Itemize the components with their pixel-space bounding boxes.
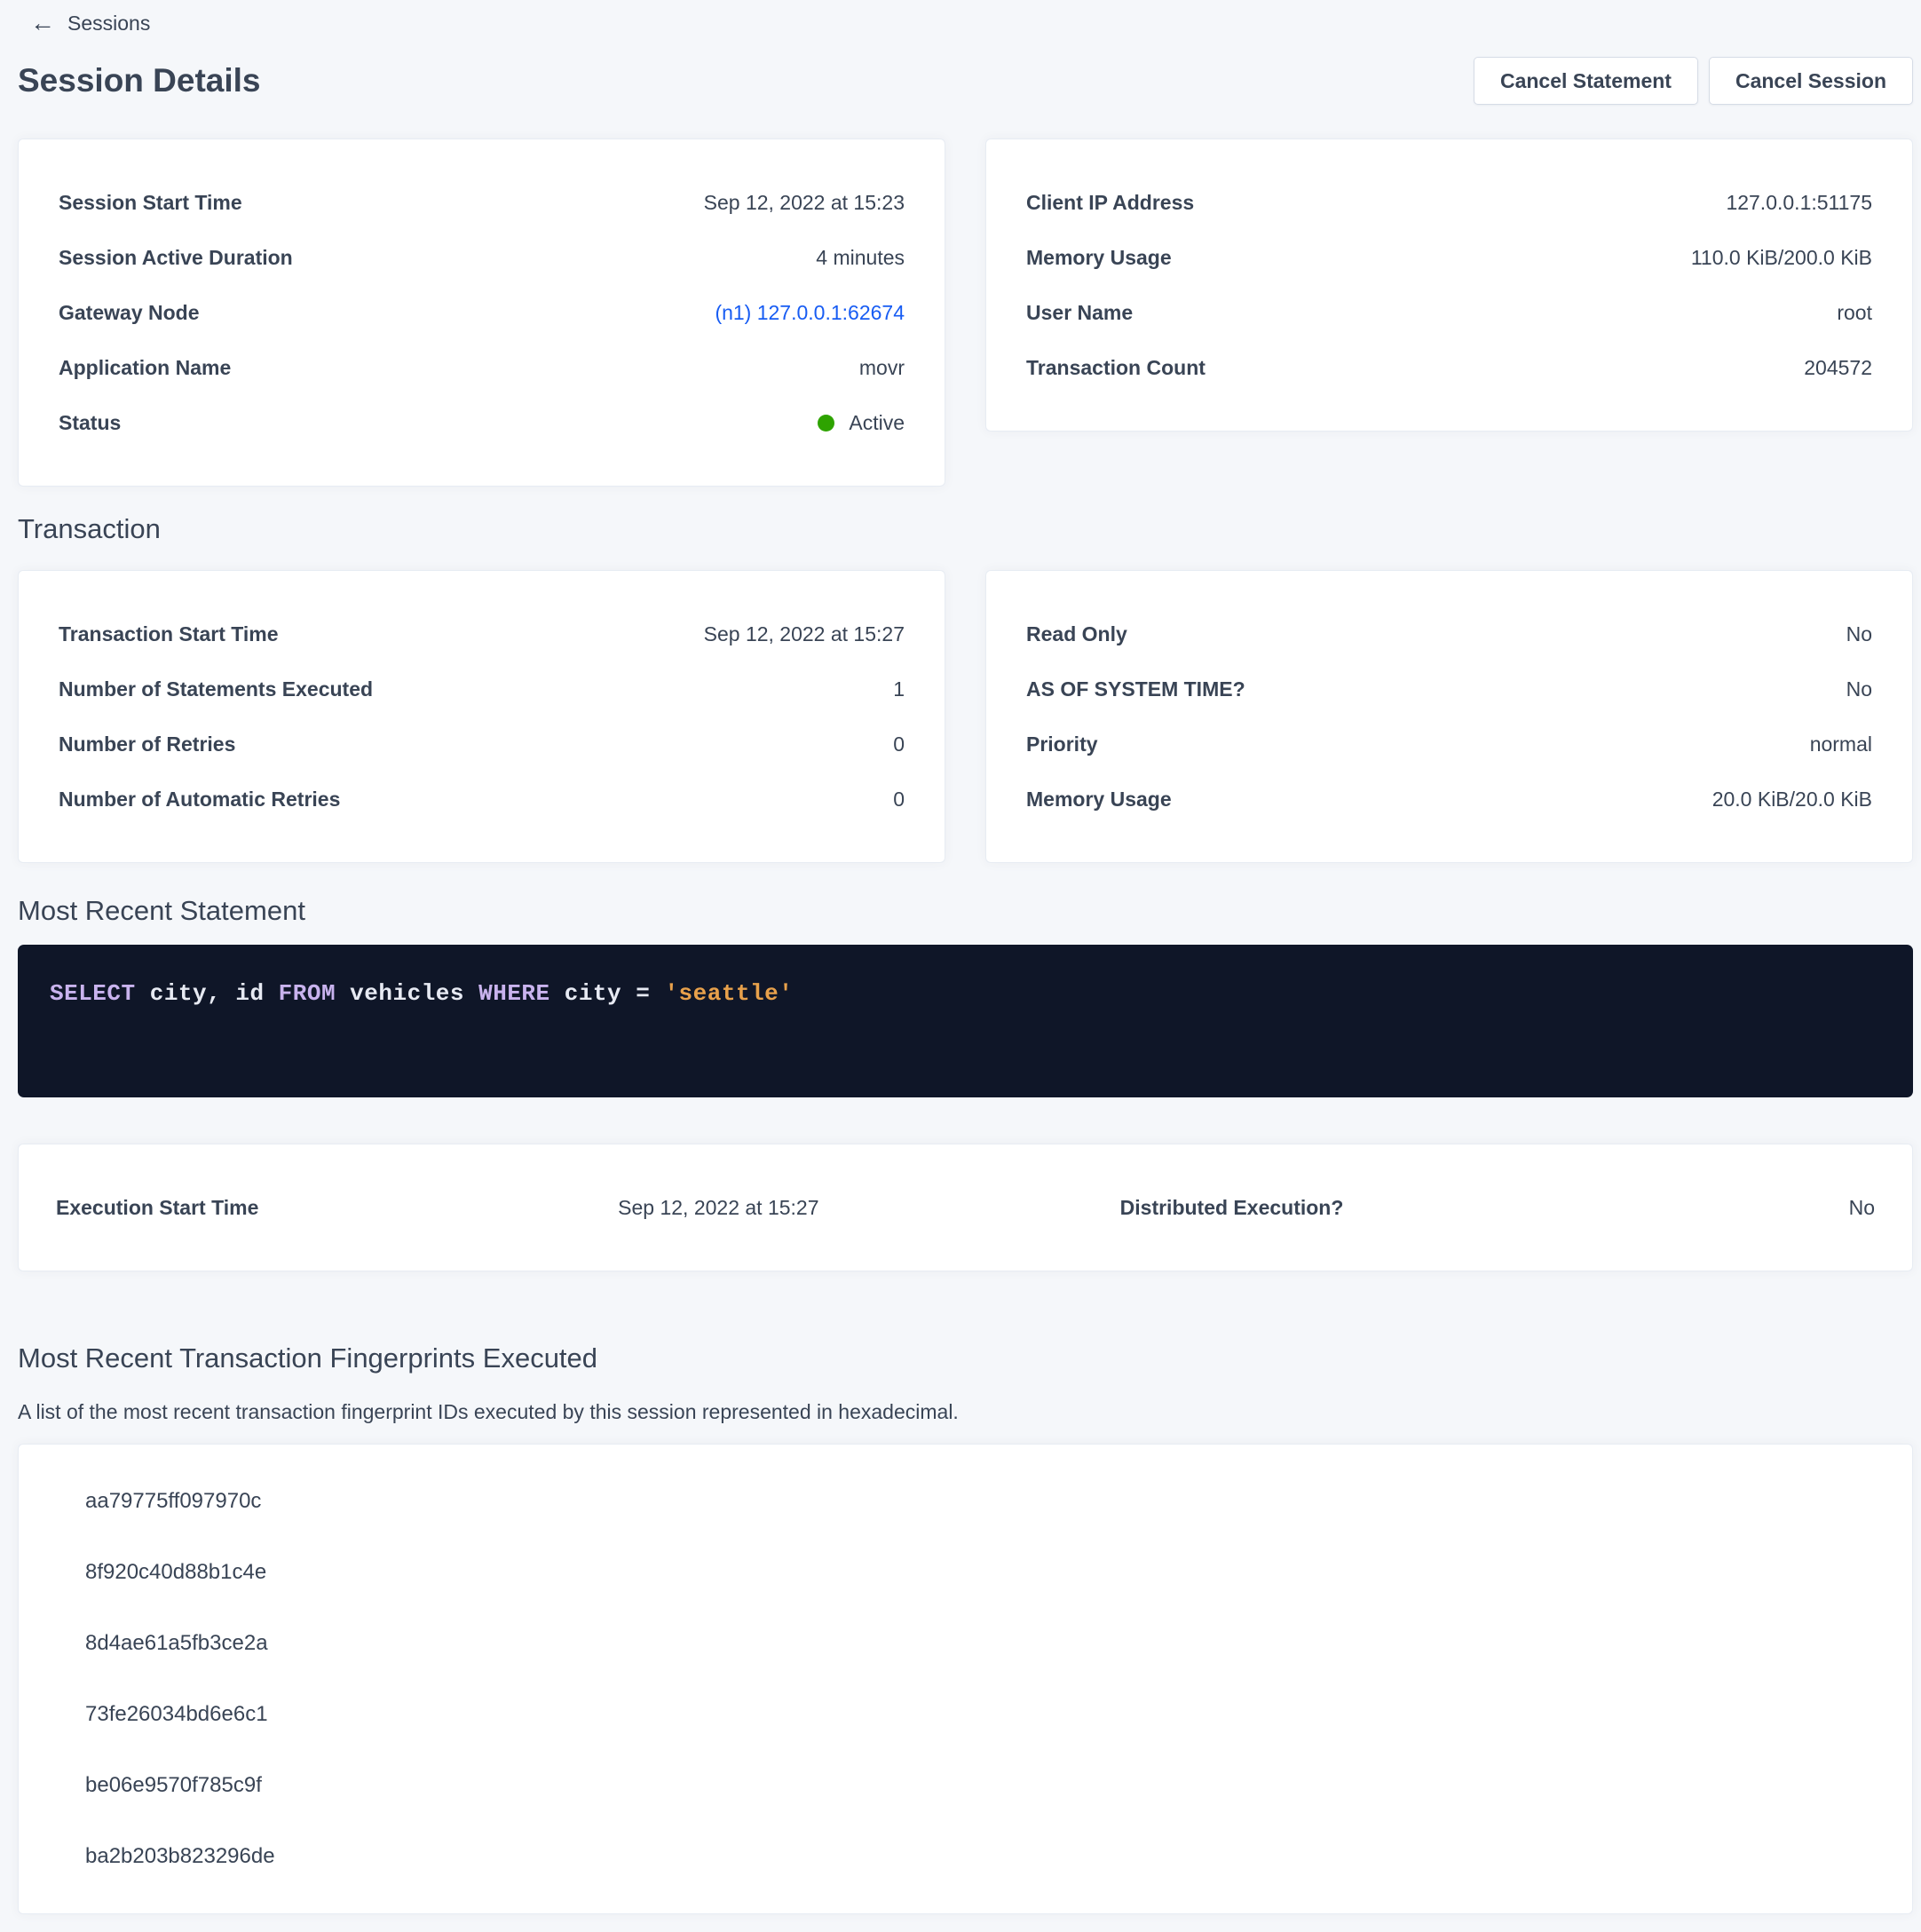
status-text: Active: [849, 411, 905, 435]
as-of-system-time-row: AS OF SYSTEM TIME? No: [1026, 661, 1872, 717]
status-active-dot-icon: [818, 415, 834, 432]
client-ip-row: Client IP Address 127.0.0.1:51175: [1026, 175, 1872, 230]
txn-memory-usage-value: 20.0 KiB/20.0 KiB: [1712, 788, 1872, 812]
session-summary-grid: Session Start Time Sep 12, 2022 at 15:23…: [18, 139, 1913, 487]
execution-start-time-label: Execution Start Time: [56, 1196, 618, 1220]
priority-value: normal: [1810, 732, 1872, 756]
sql-string-literal: 'seattle': [664, 980, 793, 1007]
application-name-value: movr: [859, 356, 905, 380]
sql-plain-3: city =: [550, 980, 665, 1007]
fingerprint-item: be06e9570f785c9f: [19, 1750, 1912, 1821]
fingerprint-item: 73fe26034bd6e6c1: [19, 1679, 1912, 1750]
transaction-left-card: Transaction Start Time Sep 12, 2022 at 1…: [18, 570, 945, 863]
fingerprint-item: aa79775ff097970c: [19, 1466, 1912, 1537]
as-of-system-time-label: AS OF SYSTEM TIME?: [1026, 677, 1245, 701]
transaction-start-time-label: Transaction Start Time: [59, 622, 279, 646]
memory-usage-row: Memory Usage 110.0 KiB/200.0 KiB: [1026, 230, 1872, 285]
gateway-node-link[interactable]: (n1) 127.0.0.1:62674: [715, 301, 905, 325]
transaction-count-label: Transaction Count: [1026, 356, 1206, 380]
transaction-grid: Transaction Start Time Sep 12, 2022 at 1…: [18, 570, 1913, 863]
gateway-node-row: Gateway Node (n1) 127.0.0.1:62674: [59, 285, 905, 340]
statements-executed-row: Number of Statements Executed 1: [59, 661, 905, 717]
automatic-retries-value: 0: [893, 788, 905, 812]
cancel-session-button[interactable]: Cancel Session: [1709, 57, 1913, 105]
read-only-row: Read Only No: [1026, 606, 1872, 661]
retries-row: Number of Retries 0: [59, 717, 905, 772]
sql-plain-1: city, id: [136, 980, 279, 1007]
statements-executed-label: Number of Statements Executed: [59, 677, 373, 701]
transaction-count-value: 204572: [1804, 356, 1872, 380]
sql-keyword-from: FROM: [279, 980, 336, 1007]
priority-row: Priority normal: [1026, 717, 1872, 772]
memory-usage-label: Memory Usage: [1026, 246, 1172, 270]
automatic-retries-row: Number of Automatic Retries 0: [59, 772, 905, 827]
txn-memory-usage-row: Memory Usage 20.0 KiB/20.0 KiB: [1026, 772, 1872, 827]
transaction-section-title: Transaction: [18, 511, 1913, 547]
page-title: Session Details: [18, 57, 261, 105]
session-active-duration-value: 4 minutes: [816, 246, 905, 270]
distributed-execution-label: Distributed Execution?: [1120, 1196, 1630, 1220]
status-label: Status: [59, 411, 121, 435]
priority-label: Priority: [1026, 732, 1098, 756]
retries-value: 0: [893, 732, 905, 756]
client-ip-label: Client IP Address: [1026, 191, 1194, 215]
session-details-page: ← Sessions Session Details Cancel Statem…: [18, 0, 1913, 1914]
fingerprints-card: aa79775ff097970c 8f920c40d88b1c4e 8d4ae6…: [18, 1444, 1913, 1914]
title-actions: Cancel Statement Cancel Session: [1474, 57, 1913, 105]
user-name-value: root: [1837, 301, 1872, 325]
execution-start-time-value: Sep 12, 2022 at 15:27: [618, 1196, 1120, 1220]
fingerprint-item: 8d4ae61a5fb3ce2a: [19, 1608, 1912, 1679]
session-start-time-label: Session Start Time: [59, 191, 242, 215]
fingerprint-item: ba2b203b823296de: [19, 1821, 1912, 1892]
fingerprints-description: A list of the most recent transaction fi…: [18, 1398, 1913, 1426]
retries-label: Number of Retries: [59, 732, 235, 756]
transaction-start-time-row: Transaction Start Time Sep 12, 2022 at 1…: [59, 606, 905, 661]
cancel-statement-button[interactable]: Cancel Statement: [1474, 57, 1698, 105]
application-name-row: Application Name movr: [59, 340, 905, 395]
read-only-value: No: [1846, 622, 1872, 646]
title-row: Session Details Cancel Statement Cancel …: [18, 57, 1913, 105]
session-active-duration-label: Session Active Duration: [59, 246, 293, 270]
fingerprints-section-title: Most Recent Transaction Fingerprints Exe…: [18, 1341, 1913, 1376]
sql-statement-box: SELECT city, id FROM vehicles WHERE city…: [18, 945, 1913, 1097]
distributed-execution-value: No: [1629, 1196, 1875, 1220]
txn-memory-usage-label: Memory Usage: [1026, 788, 1172, 812]
client-info-card: Client IP Address 127.0.0.1:51175 Memory…: [985, 139, 1913, 432]
as-of-system-time-value: No: [1846, 677, 1872, 701]
session-info-card: Session Start Time Sep 12, 2022 at 15:23…: [18, 139, 945, 487]
read-only-label: Read Only: [1026, 622, 1127, 646]
back-arrow-icon: ←: [30, 11, 55, 36]
transaction-start-time-value: Sep 12, 2022 at 15:27: [704, 622, 905, 646]
session-active-duration-row: Session Active Duration 4 minutes: [59, 230, 905, 285]
user-name-row: User Name root: [1026, 285, 1872, 340]
sql-statement-code: SELECT city, id FROM vehicles WHERE city…: [50, 980, 1881, 1007]
gateway-node-label: Gateway Node: [59, 301, 200, 325]
statements-executed-value: 1: [893, 677, 905, 701]
memory-usage-value: 110.0 KiB/200.0 KiB: [1691, 246, 1872, 270]
sql-keyword-where: WHERE: [478, 980, 550, 1007]
execution-card: Execution Start Time Sep 12, 2022 at 15:…: [18, 1144, 1913, 1271]
sql-keyword-select: SELECT: [50, 980, 136, 1007]
session-start-time-value: Sep 12, 2022 at 15:23: [704, 191, 905, 215]
automatic-retries-label: Number of Automatic Retries: [59, 788, 340, 812]
client-ip-value: 127.0.0.1:51175: [1726, 191, 1872, 215]
sql-plain-2: vehicles: [336, 980, 478, 1007]
breadcrumb-label: Sessions: [67, 9, 150, 37]
application-name-label: Application Name: [59, 356, 231, 380]
back-to-sessions-link[interactable]: ← Sessions: [18, 9, 150, 37]
fingerprint-item: 8f920c40d88b1c4e: [19, 1537, 1912, 1608]
user-name-label: User Name: [1026, 301, 1133, 325]
session-start-time-row: Session Start Time Sep 12, 2022 at 15:23: [59, 175, 905, 230]
statement-section-title: Most Recent Statement: [18, 893, 1913, 929]
status-value: Active: [818, 411, 905, 435]
transaction-right-card: Read Only No AS OF SYSTEM TIME? No Prior…: [985, 570, 1913, 863]
status-row: Status Active: [59, 395, 905, 450]
transaction-count-row: Transaction Count 204572: [1026, 340, 1872, 395]
